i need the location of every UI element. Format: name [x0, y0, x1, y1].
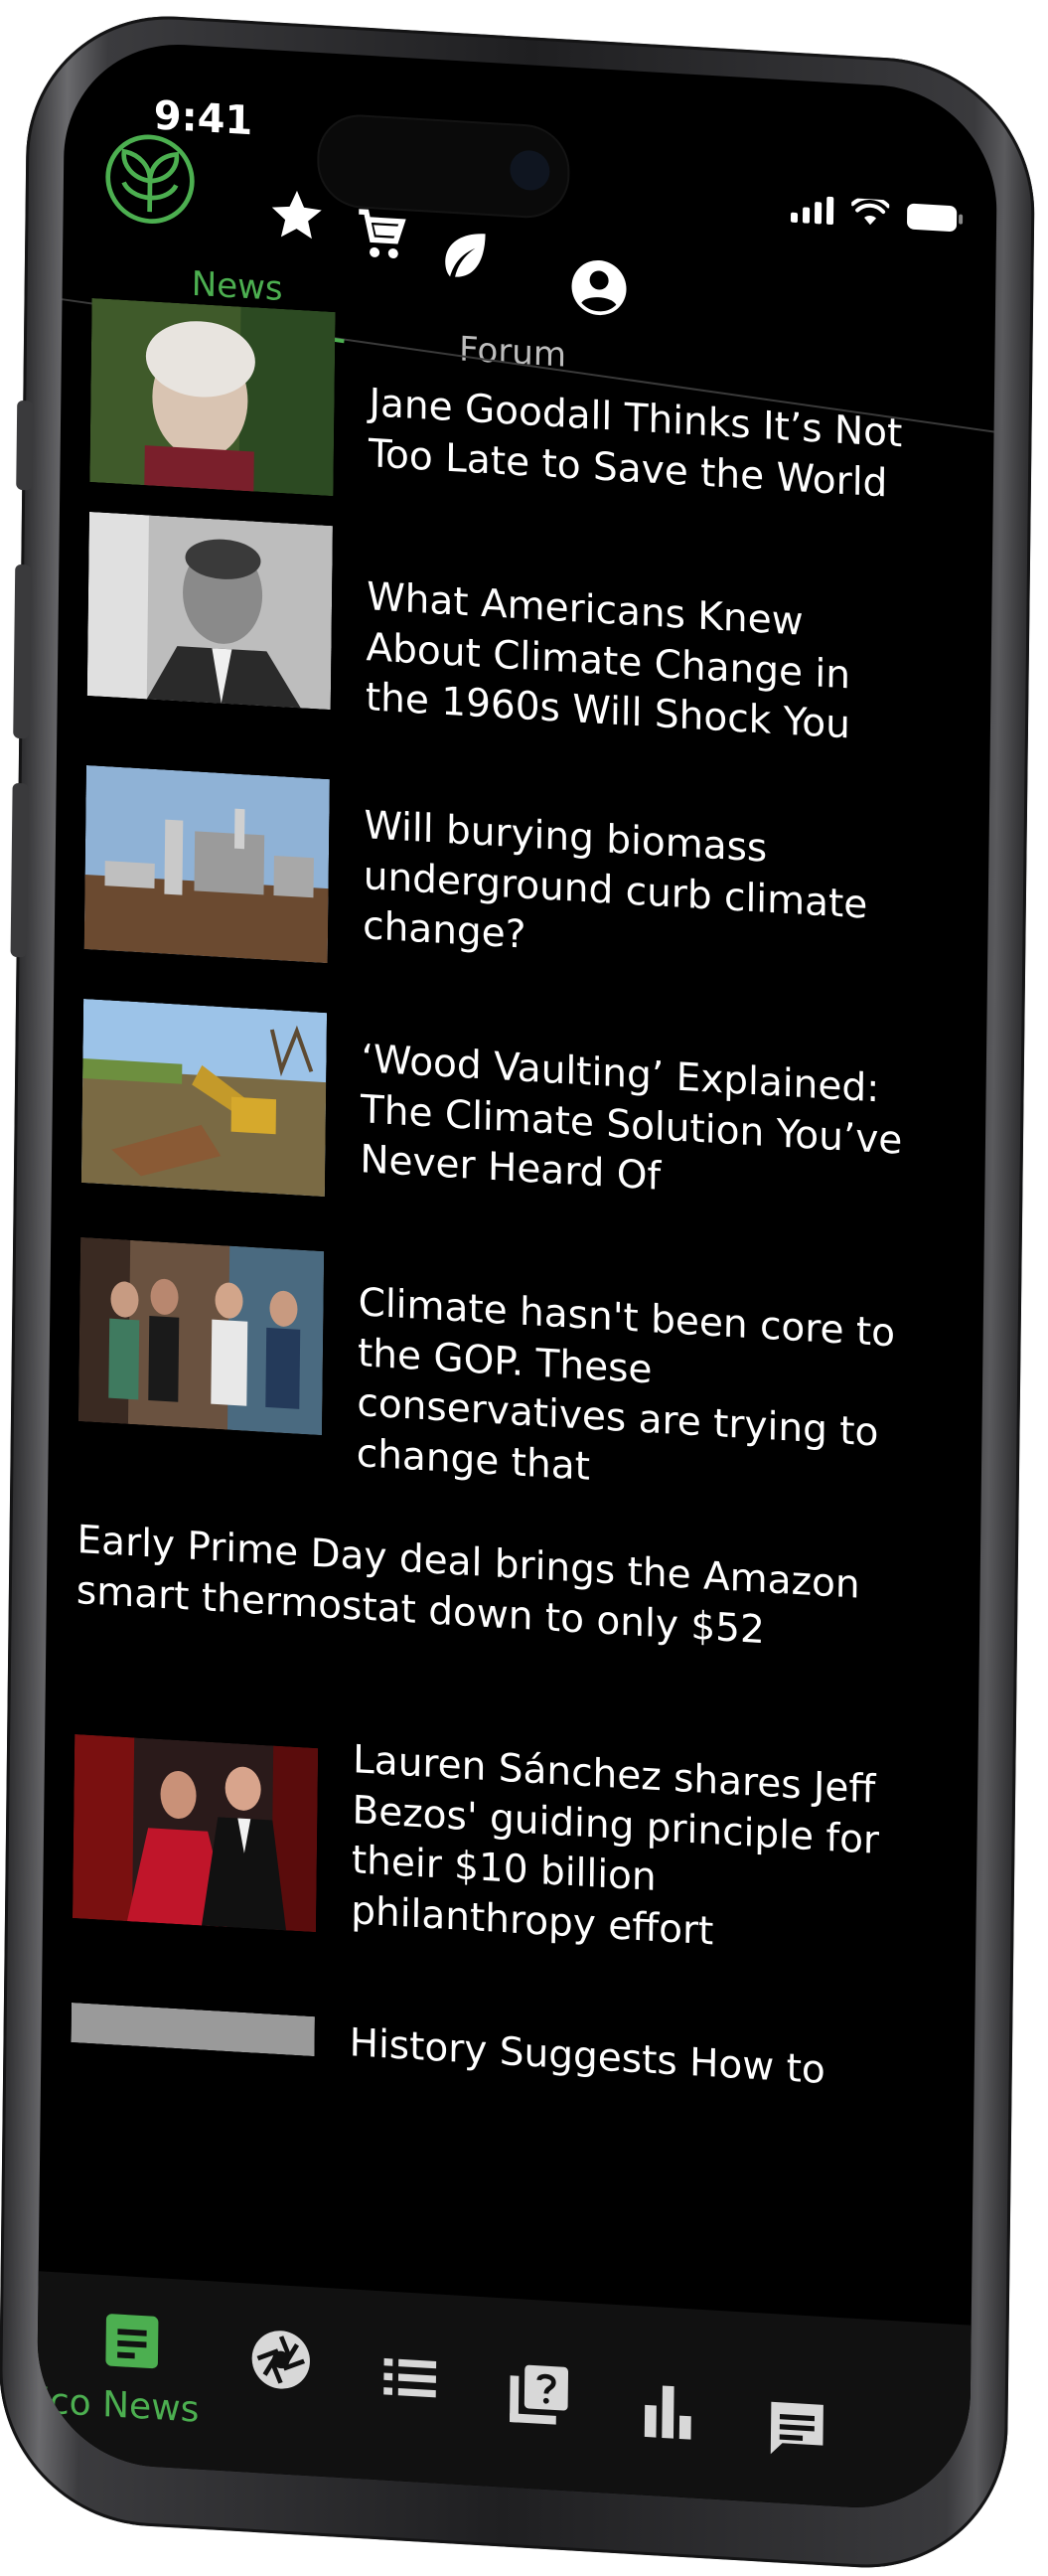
article-title: Early Prime Day deal brings the Amazon s… [75, 1517, 860, 1653]
article-thumbnail [80, 998, 328, 1198]
article-thumbnail [77, 1236, 325, 1436]
list-icon[interactable] [374, 2340, 445, 2414]
phone-mockup: 9:41 News Forum Jane Goodall Thinks It’s… [0, 8, 1037, 2576]
leaf-icon[interactable] [435, 224, 496, 286]
account-icon[interactable] [569, 256, 630, 319]
cellular-signal-icon [790, 195, 834, 226]
article-item[interactable]: History Suggests How to [71, 2002, 946, 2093]
article-thumbnail [86, 511, 333, 711]
leaf-sprout-logo-icon[interactable] [102, 130, 197, 229]
tab-news[interactable]: News [192, 264, 283, 309]
side-button-volume-down [10, 782, 29, 958]
article-item[interactable]: Lauren Sánchez shares Jeff Bezos' guidin… [72, 1733, 949, 1954]
article-title: Lauren Sánchez shares Jeff Bezos' guidin… [350, 1737, 880, 1955]
eco-news-icon[interactable] [97, 2305, 168, 2378]
article-title: Will burying biomass underground curb cl… [362, 803, 868, 959]
article-title: Jane Goodall Thinks It’s Not Too Late to… [368, 381, 903, 507]
article-title: What Americans Knew About Climate Change… [365, 574, 851, 748]
side-button-volume-up [13, 564, 32, 739]
article-thumbnail [72, 1733, 319, 1933]
article-item[interactable]: Early Prime Day deal brings the Amazon s… [76, 1516, 952, 1653]
front-camera [510, 149, 550, 192]
nav-label-eco-news[interactable]: Eco News [36, 2380, 199, 2431]
article-item[interactable]: Climate hasn't been core to the GOP. The… [77, 1236, 955, 1490]
article-thumbnail [71, 2002, 315, 2057]
phone-screen: 9:41 News Forum Jane Goodall Thinks It’s… [36, 38, 998, 2514]
status-indicators [790, 195, 958, 233]
article-title: Climate hasn't been core to the GOP. The… [356, 1280, 896, 1490]
article-title: ‘Wood Vaulting’ Explained: The Climate S… [360, 1037, 903, 1201]
article-title: History Suggests How to [349, 2020, 826, 2093]
chat-icon[interactable] [762, 2393, 832, 2467]
side-button-silent [16, 400, 34, 491]
article-item[interactable]: What Americans Knew About Climate Change… [86, 511, 964, 748]
star-icon[interactable] [266, 184, 327, 246]
quiz-icon[interactable] [504, 2357, 574, 2431]
article-item[interactable]: ‘Wood Vaulting’ Explained: The Climate S… [80, 998, 958, 1200]
article-thumbnail [89, 297, 336, 497]
wifi-icon [850, 198, 890, 226]
battery-icon [906, 203, 958, 233]
cart-icon[interactable] [351, 204, 411, 266]
bar-chart-icon[interactable] [633, 2375, 703, 2449]
article-item[interactable]: Will burying biomass underground curb cl… [83, 764, 961, 964]
camera-aperture-icon[interactable] [245, 2323, 316, 2396]
article-thumbnail [83, 764, 330, 964]
